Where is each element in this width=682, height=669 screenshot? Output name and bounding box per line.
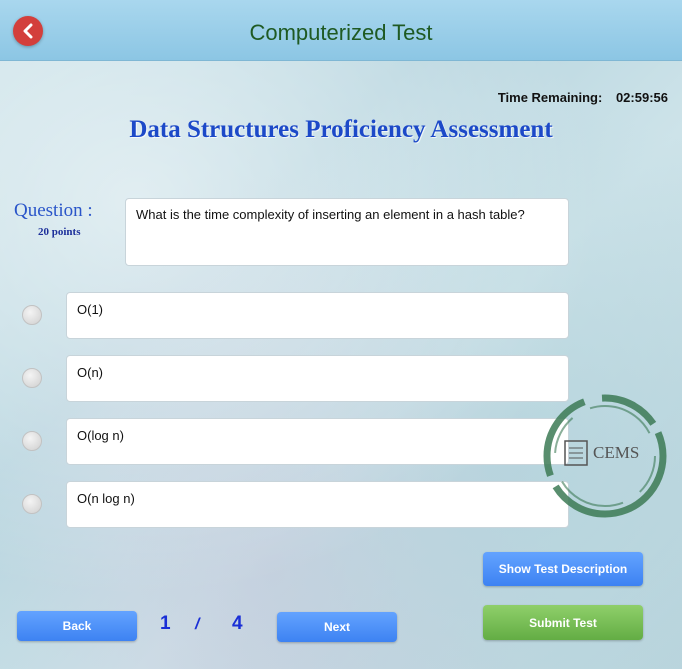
- option-radio-2[interactable]: [22, 368, 42, 388]
- question-label: Question :: [14, 200, 93, 221]
- submit-test-button[interactable]: Submit Test: [483, 605, 643, 640]
- page-separator: /: [195, 616, 200, 633]
- logo-text: CEMS: [593, 443, 639, 462]
- time-remaining: Time Remaining: 02:59:56: [498, 90, 668, 105]
- option-4[interactable]: O(n log n): [66, 481, 569, 528]
- current-page: 1: [160, 613, 171, 634]
- time-remaining-label: Time Remaining:: [497, 90, 603, 105]
- back-button[interactable]: Back: [17, 611, 137, 641]
- show-test-description-button[interactable]: Show Test Description: [483, 552, 643, 586]
- option-radio-3[interactable]: [22, 431, 42, 451]
- option-2[interactable]: O(n): [66, 355, 569, 402]
- total-pages: 4: [232, 613, 243, 634]
- assessment-title: Data Structures Proficiency Assessment: [129, 116, 553, 143]
- option-3[interactable]: O(log n): [66, 418, 569, 465]
- question-text: What is the time complexity of inserting…: [125, 198, 569, 266]
- cems-logo: CEMS: [543, 394, 667, 518]
- option-1[interactable]: O(1): [66, 292, 569, 339]
- option-radio-1[interactable]: [22, 305, 42, 325]
- question-points: 20 points: [38, 226, 81, 238]
- next-button[interactable]: Next: [277, 612, 397, 642]
- app-title: Computerized Test: [249, 20, 433, 45]
- time-remaining-value: 02:59:56: [615, 90, 668, 105]
- option-radio-4[interactable]: [22, 494, 42, 514]
- title-bar: Computerized Test: [0, 0, 682, 61]
